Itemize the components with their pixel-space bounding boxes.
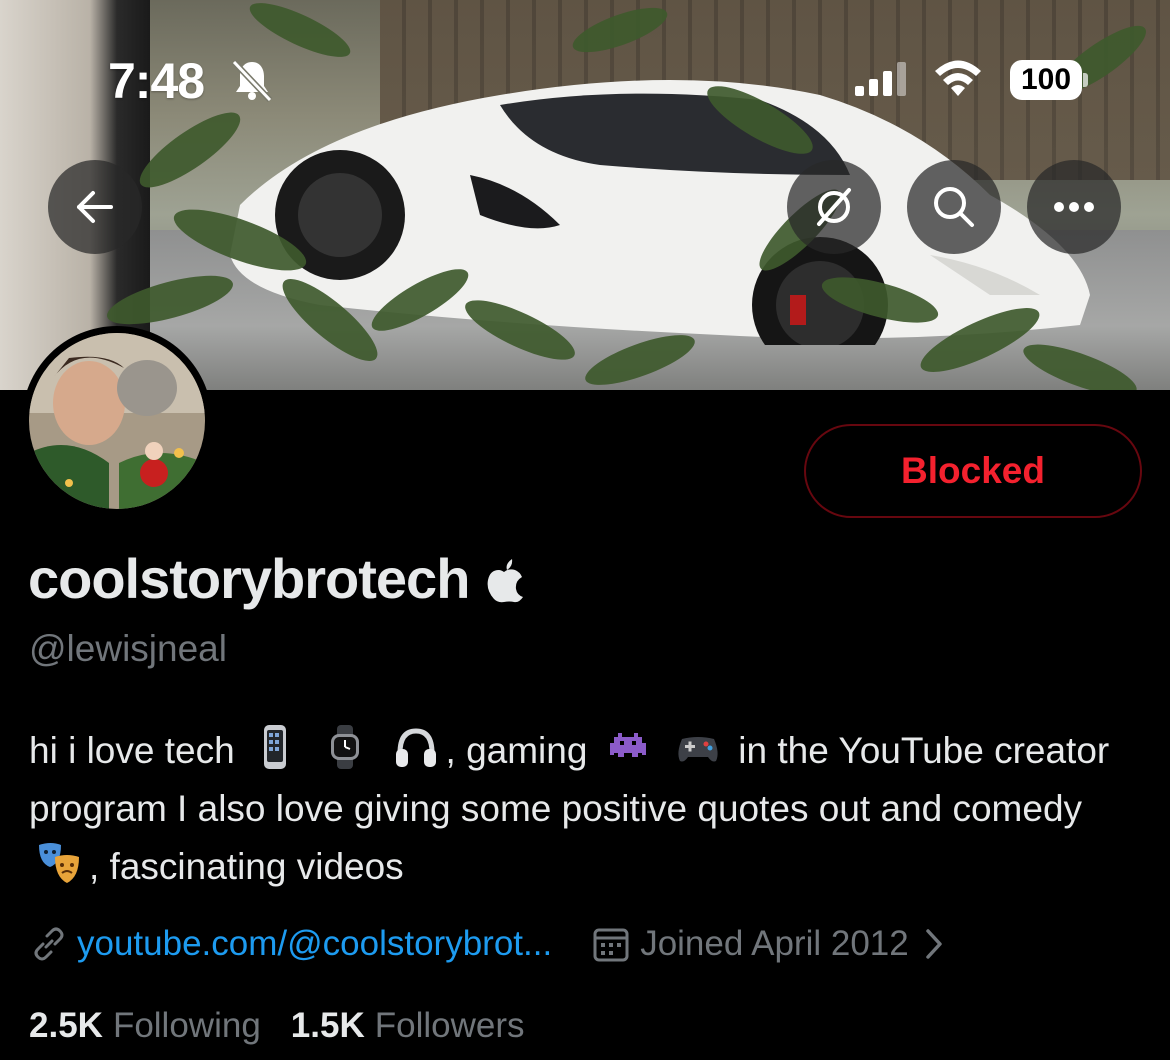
apple-logo-icon — [488, 558, 524, 602]
status-bar: 7:48 100 — [0, 0, 1170, 150]
space-invader-emoji-icon — [609, 733, 646, 757]
bio-text-2: , gaming — [445, 730, 588, 771]
cellular-signal-icon — [855, 62, 906, 96]
chevron-right-icon[interactable] — [921, 927, 947, 961]
profile-meta-row: youtube.com/@coolstorybrot... Joined Apr… — [29, 916, 947, 972]
mobile-phone-emoji-icon — [263, 725, 286, 769]
back-button[interactable] — [48, 160, 142, 254]
status-time: 7:48 — [108, 53, 205, 109]
calendar-icon — [593, 928, 629, 962]
retweets-off-button[interactable] — [787, 160, 881, 254]
more-options-button[interactable] — [1027, 160, 1121, 254]
followers-stat[interactable]: 1.5K Followers — [291, 1006, 525, 1046]
display-name: coolstorybrotech — [28, 547, 470, 610]
link-icon — [34, 927, 64, 961]
watch-emoji-icon — [331, 725, 360, 769]
search-icon — [934, 187, 974, 227]
battery-level: 100 — [1010, 60, 1082, 100]
battery-cap — [1083, 73, 1088, 87]
following-label: Following — [112, 1006, 261, 1045]
more-horizontal-icon — [1054, 202, 1094, 212]
display-name-row: coolstorybrotech — [28, 546, 525, 611]
bell-muted-icon — [231, 59, 273, 103]
avatar-photo — [29, 333, 205, 509]
following-count: 2.5K — [29, 1006, 103, 1045]
performing-arts-emoji-icon — [39, 843, 79, 883]
retweet-off-icon — [817, 188, 851, 226]
headphones-emoji-icon — [395, 728, 436, 767]
following-stat[interactable]: 2.5K Following — [29, 1006, 261, 1046]
search-button[interactable] — [907, 160, 1001, 254]
arrow-left-icon — [77, 191, 113, 223]
battery-indicator: 100 — [1010, 60, 1088, 100]
bio-text-4: , fascinating videos — [89, 846, 404, 887]
blocked-button[interactable]: Blocked — [804, 424, 1142, 518]
follow-stats: 2.5K Following 1.5K Followers — [29, 1006, 525, 1046]
handle: @lewisjneal — [29, 628, 227, 669]
bio: hi i love tech , gaming in the YouTube c… — [29, 722, 1139, 896]
joined-date[interactable]: Joined April 2012 — [640, 924, 909, 964]
avatar-image — [29, 333, 205, 509]
avatar[interactable] — [22, 326, 212, 516]
followers-count: 1.5K — [290, 1006, 365, 1045]
followers-label: Followers — [374, 1006, 525, 1045]
bio-text-1: hi i love tech — [29, 730, 235, 771]
wifi-icon — [935, 60, 981, 96]
game-controller-emoji-icon — [678, 737, 718, 762]
website-link[interactable]: youtube.com/@coolstorybrot... — [77, 924, 552, 964]
